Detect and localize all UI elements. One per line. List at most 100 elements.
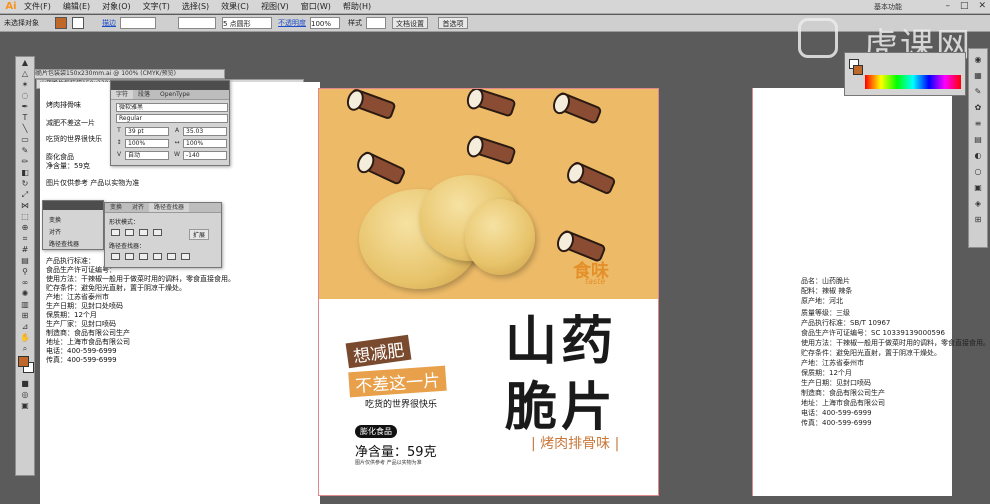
- lasso-icon[interactable]: ◌: [16, 90, 34, 101]
- tracking-input[interactable]: -140: [183, 151, 227, 160]
- close-icon[interactable]: ✕: [978, 1, 986, 11]
- style-select[interactable]: [366, 17, 386, 29]
- brushes-icon[interactable]: ✎: [969, 85, 987, 97]
- perspective-grid-icon[interactable]: ⌗: [16, 233, 34, 244]
- tab-character[interactable]: 字符: [111, 90, 134, 99]
- shape-builder-icon[interactable]: ⊕: [16, 222, 34, 233]
- swatches-icon[interactable]: ▦: [969, 69, 987, 81]
- graph-tool-icon[interactable]: ▥: [16, 299, 34, 310]
- maximize-icon[interactable]: □: [960, 1, 969, 11]
- tab-opentype[interactable]: OpenType: [155, 90, 195, 99]
- hand-tool-icon[interactable]: ✋: [16, 332, 34, 343]
- tab-transform[interactable]: 变换: [105, 203, 127, 212]
- divide-icon[interactable]: [111, 253, 120, 260]
- fill-color-icon[interactable]: [18, 356, 29, 367]
- align-panel-button[interactable]: 对齐: [49, 227, 61, 236]
- stroke-weight-select[interactable]: [120, 17, 156, 29]
- line-tool-icon[interactable]: ╲: [16, 123, 34, 134]
- color-panel-icon[interactable]: ◉: [969, 53, 987, 65]
- variable-width-select[interactable]: [178, 17, 216, 29]
- rectangle-tool-icon[interactable]: ▭: [16, 134, 34, 145]
- minus-back-icon[interactable]: [181, 253, 190, 260]
- tab-pathfinder[interactable]: 路径查找器: [149, 203, 190, 212]
- workspace-switcher[interactable]: 基本功能: [874, 2, 902, 12]
- mesh-tool-icon[interactable]: #: [16, 244, 34, 255]
- menu-view[interactable]: 视图(V): [261, 0, 289, 14]
- magic-wand-icon[interactable]: ✶: [16, 79, 34, 90]
- document-setup-button[interactable]: 文档设置: [392, 17, 428, 29]
- screen-mode-icon[interactable]: ▣: [16, 400, 34, 411]
- menu-edit[interactable]: 编辑(E): [63, 0, 90, 14]
- selection-tool-icon[interactable]: ▲: [16, 57, 34, 68]
- stroke-link[interactable]: 描边: [102, 17, 116, 29]
- fill-stroke-control[interactable]: [16, 354, 34, 378]
- panel-header[interactable]: [111, 81, 229, 90]
- graphic-styles-icon[interactable]: ▣: [969, 181, 987, 193]
- appearance-icon[interactable]: ○: [969, 165, 987, 177]
- pencil-tool-icon[interactable]: ✏: [16, 156, 34, 167]
- merge-icon[interactable]: [139, 253, 148, 260]
- expand-button[interactable]: 扩展: [189, 229, 210, 240]
- tab-align[interactable]: 对齐: [127, 203, 149, 212]
- blend-tool-icon[interactable]: ∞: [16, 277, 34, 288]
- slice-tool-icon[interactable]: ⊿: [16, 321, 34, 332]
- opacity-input[interactable]: 100%: [310, 17, 340, 29]
- symbols-icon[interactable]: ✿: [969, 101, 987, 113]
- horizontal-scale-input[interactable]: 100%: [183, 139, 227, 148]
- artboards-icon[interactable]: ⊞: [969, 213, 987, 225]
- color-spectrum[interactable]: [865, 75, 961, 89]
- direct-selection-tool-icon[interactable]: △: [16, 68, 34, 79]
- fill-color-icon[interactable]: [853, 65, 863, 75]
- brush-tool-icon[interactable]: ✎: [16, 145, 34, 156]
- tab-paragraph[interactable]: 段落: [133, 90, 155, 99]
- type-tool-icon[interactable]: T: [16, 112, 34, 123]
- transparency-icon[interactable]: ◐: [969, 149, 987, 161]
- exclude-icon[interactable]: [153, 229, 162, 236]
- font-size-input[interactable]: 39 pt: [125, 127, 169, 136]
- font-family-select[interactable]: 微软雅黑: [116, 103, 228, 112]
- menu-file[interactable]: 文件(F): [24, 0, 51, 14]
- outline-icon[interactable]: [167, 253, 176, 260]
- trim-icon[interactable]: [125, 253, 134, 260]
- font-style-select[interactable]: Regular: [116, 114, 228, 123]
- vertical-scale-input[interactable]: 100%: [125, 139, 169, 148]
- transform-panel-button[interactable]: 变换: [49, 215, 61, 224]
- info-artboard[interactable]: 品名：山药脆片 配料：辣椒 辣条 原产地：河北 质量等级：三级 产品执行标准：S…: [752, 88, 990, 496]
- leading-input[interactable]: 35.03: [183, 127, 227, 136]
- fill-swatch[interactable]: [55, 17, 67, 29]
- menu-object[interactable]: 对象(O): [102, 0, 131, 14]
- width-tool-icon[interactable]: ⋈: [16, 200, 34, 211]
- kerning-select[interactable]: 自动: [125, 151, 169, 160]
- panel-header[interactable]: [43, 201, 103, 210]
- opacity-link[interactable]: 不透明度: [278, 17, 306, 29]
- unite-icon[interactable]: [111, 229, 120, 236]
- zoom-tool-icon[interactable]: ⌕: [16, 343, 34, 354]
- menu-effect[interactable]: 效果(C): [221, 0, 249, 14]
- pen-tool-icon[interactable]: ✒: [16, 101, 34, 112]
- preferences-button[interactable]: 首选项: [438, 17, 468, 29]
- eyedropper-icon[interactable]: ⚲: [16, 266, 34, 277]
- rotate-tool-icon[interactable]: ↻: [16, 178, 34, 189]
- free-transform-icon[interactable]: ⬚: [16, 211, 34, 222]
- artboard-tool-icon[interactable]: ⊞: [16, 310, 34, 321]
- stroke-panel-icon[interactable]: ≡: [969, 117, 987, 129]
- stroke-swatch[interactable]: [72, 17, 84, 29]
- gradient-tool-icon[interactable]: ▤: [16, 255, 34, 266]
- pathfinder-panel-button[interactable]: 路径查找器: [49, 239, 79, 248]
- intersect-icon[interactable]: [139, 229, 148, 236]
- gradient-panel-icon[interactable]: ▤: [969, 133, 987, 145]
- symbol-sprayer-icon[interactable]: ✺: [16, 288, 34, 299]
- layers-icon[interactable]: ◈: [969, 197, 987, 209]
- menu-window[interactable]: 窗口(W): [301, 0, 331, 14]
- draw-mode-icon[interactable]: ◎: [16, 389, 34, 400]
- scale-tool-icon[interactable]: ⤢: [16, 189, 34, 200]
- minus-front-icon[interactable]: [125, 229, 134, 236]
- color-mode-icon[interactable]: ■: [16, 378, 34, 389]
- doc-tab-100[interactable]: 山药脆片包装袋150x230mm.ai @ 100% (CMYK/预览): [20, 69, 225, 79]
- menu-select[interactable]: 选择(S): [182, 0, 209, 14]
- eraser-tool-icon[interactable]: ◧: [16, 167, 34, 178]
- menu-help[interactable]: 帮助(H): [343, 0, 371, 14]
- crop-icon[interactable]: [153, 253, 162, 260]
- package-artboard[interactable]: 食味 taste 山药 脆片 | 烤肉排骨味 | 想减肥 不差这一片 吃货的世界…: [318, 88, 659, 496]
- minimize-icon[interactable]: –: [945, 1, 950, 11]
